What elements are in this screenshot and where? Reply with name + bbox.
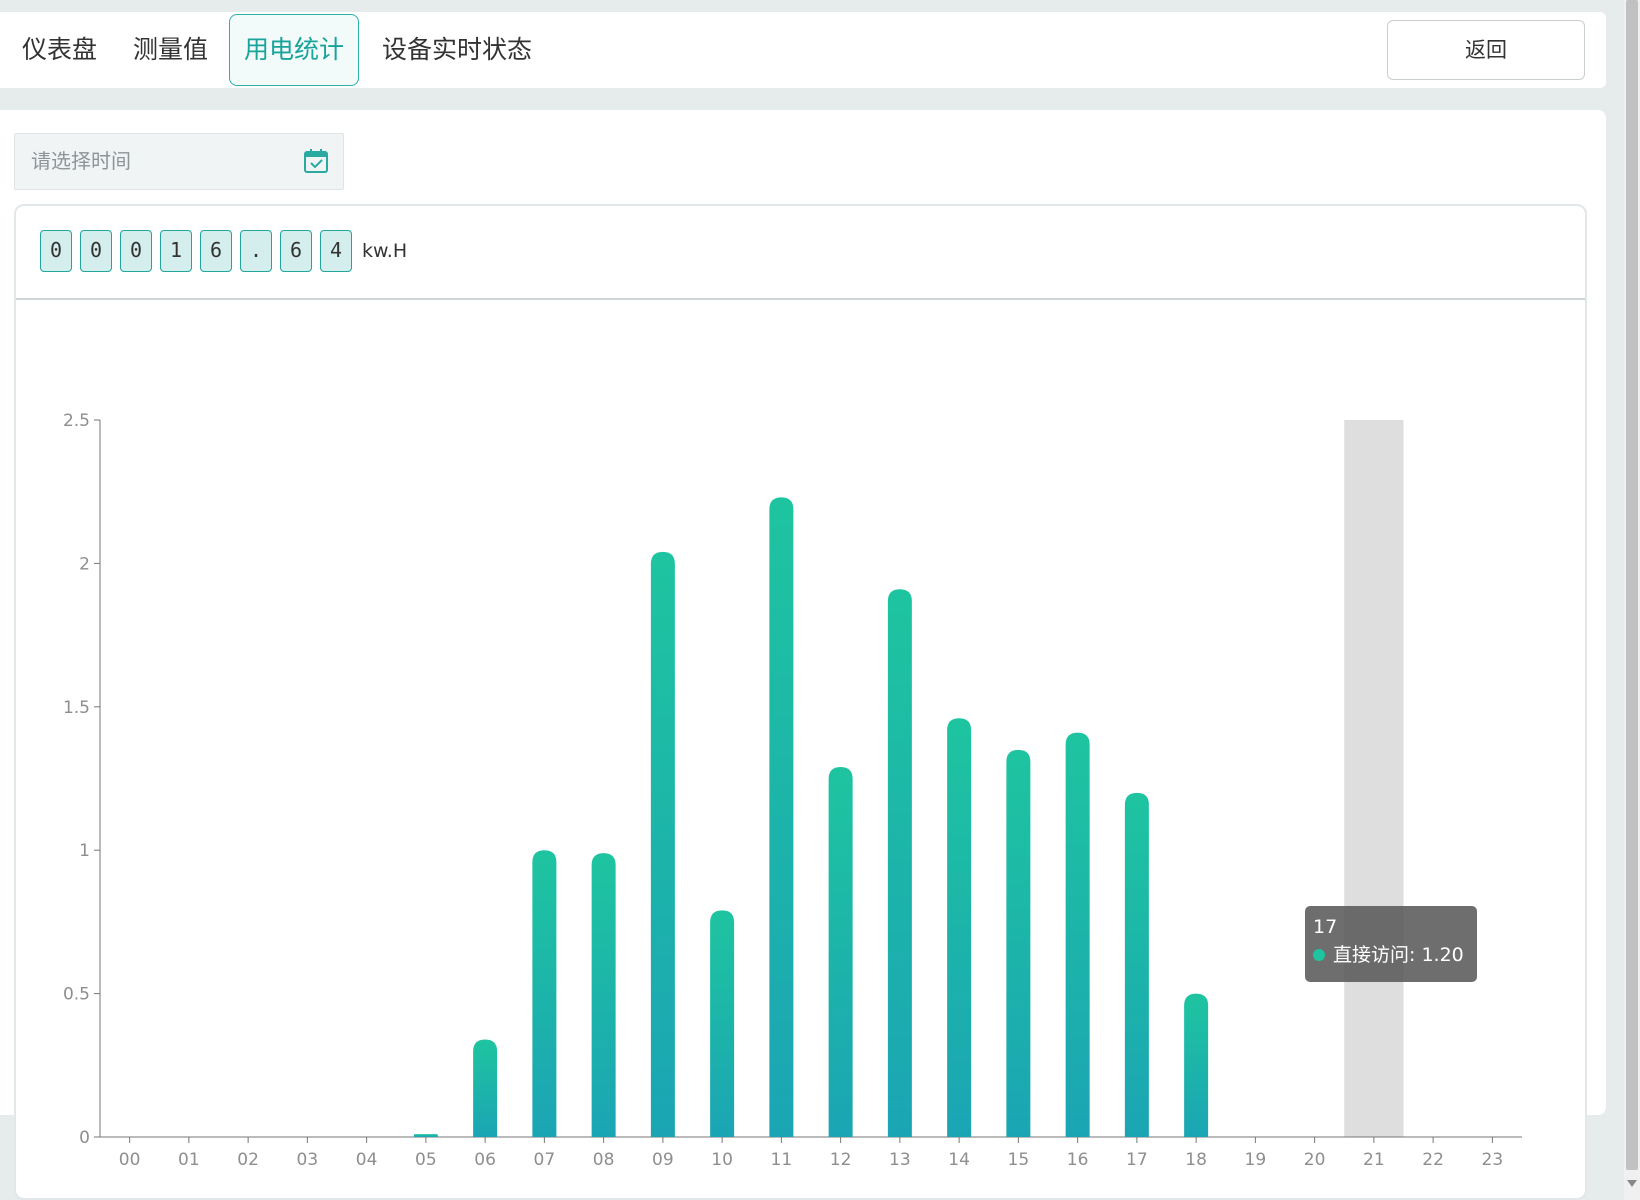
hover-highlight-band: [1344, 420, 1404, 1137]
x-tick-label: 11: [771, 1150, 793, 1170]
x-tick-label: 20: [1304, 1150, 1326, 1170]
scrollbar-thumb[interactable]: [1626, 0, 1638, 1170]
bar-chart: 0 0.5 1 1.5 2 2.5 00 01 02 03 04 05 06 07 08 09 10 11 12 13…: [63, 411, 1522, 1170]
x-tick-label: 07: [534, 1150, 556, 1170]
scroll-down-arrow-icon[interactable]: [1627, 1180, 1637, 1187]
x-tick-label: 10: [711, 1150, 733, 1170]
x-tick-label: 12: [830, 1150, 852, 1170]
x-tick-label: 16: [1067, 1150, 1089, 1170]
bar-18: [1184, 993, 1209, 1137]
bar-13: [887, 589, 912, 1137]
tooltip-title: 17: [1313, 916, 1338, 938]
y-tick-label: 1: [79, 841, 90, 861]
tooltip-row: 直接访问: 1.20: [1313, 940, 1469, 970]
bar-05: [413, 1134, 438, 1137]
x-tick-label: 21: [1363, 1150, 1385, 1170]
page-scrollbar[interactable]: [1624, 0, 1640, 1200]
y-tick-label: 0.5: [63, 985, 90, 1005]
x-tick-label: 01: [178, 1150, 200, 1170]
bar-15: [1006, 749, 1031, 1137]
x-tick-label: 04: [356, 1150, 378, 1170]
x-tick-label: 18: [1185, 1150, 1207, 1170]
y-tick-label: 1.5: [63, 698, 90, 718]
tooltip-value: 直接访问: 1.20: [1333, 944, 1464, 966]
x-tick-label: 13: [889, 1150, 911, 1170]
x-tick-label: 19: [1245, 1150, 1267, 1170]
bar-07: [532, 850, 557, 1137]
x-tick-label: 03: [297, 1150, 319, 1170]
x-tick-label: 00: [119, 1150, 141, 1170]
bar-12: [828, 767, 853, 1137]
x-tick-label: 06: [474, 1150, 496, 1170]
y-tick-label: 0: [79, 1128, 90, 1148]
series-dot-icon: [1313, 949, 1325, 961]
bar-06: [473, 1039, 498, 1137]
x-tick-label: 15: [1008, 1150, 1030, 1170]
bar-08: [591, 853, 616, 1137]
x-tick-label: 14: [948, 1150, 970, 1170]
x-tick-label: 22: [1422, 1150, 1444, 1170]
x-tick-label: 17: [1126, 1150, 1148, 1170]
x-tick-label: 02: [237, 1150, 259, 1170]
bar-11: [769, 497, 794, 1137]
x-tick-label: 08: [593, 1150, 615, 1170]
y-tick-label: 2: [79, 554, 90, 574]
bar-14: [947, 718, 972, 1137]
y-tick-label: 2.5: [63, 411, 90, 431]
bar-17: [1124, 792, 1149, 1137]
x-tick-label: 05: [415, 1150, 437, 1170]
x-tick-label: 09: [652, 1150, 674, 1170]
bar-16: [1065, 732, 1090, 1137]
bar-09: [650, 551, 675, 1137]
bar-10: [710, 910, 735, 1137]
chart-tooltip: 17 直接访问: 1.20: [1305, 906, 1477, 982]
x-tick-label: 23: [1482, 1150, 1504, 1170]
